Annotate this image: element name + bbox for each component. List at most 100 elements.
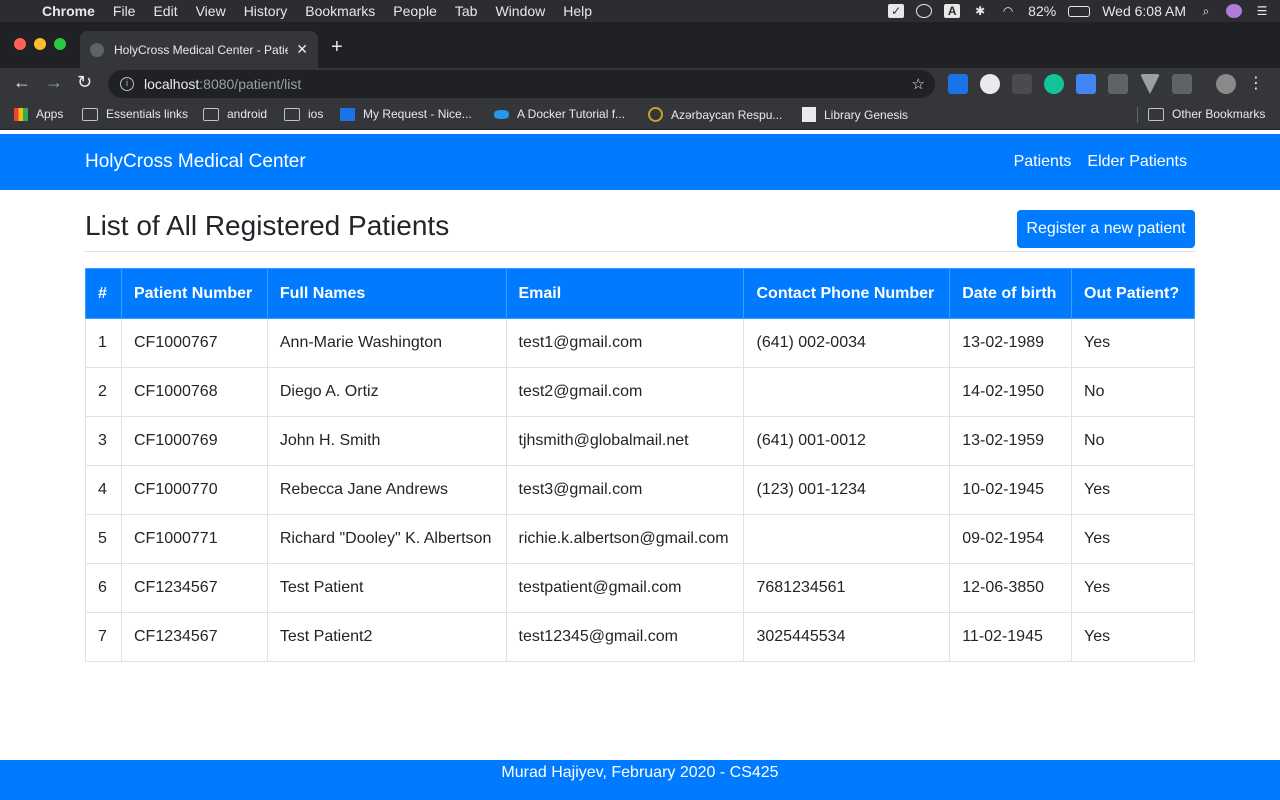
cell-full-name: John H. Smith [266, 416, 507, 466]
clock[interactable]: Wed 6:08 AM [1102, 3, 1186, 19]
col-header-patient-number: Patient Number [120, 268, 268, 319]
close-tab-icon[interactable]: ✕ [296, 41, 308, 58]
cell-email: tjhsmith@globalmail.net [505, 416, 745, 466]
site-info-icon[interactable]: i [120, 77, 134, 91]
cell-patient-number: CF1000769 [120, 416, 268, 466]
grammarly-icon[interactable] [1044, 74, 1064, 94]
cell-index: 3 [85, 416, 122, 466]
cell-index: 5 [85, 514, 122, 564]
siri-icon[interactable] [1226, 4, 1242, 18]
forward-arrow-icon[interactable]: → [45, 72, 63, 93]
facebook-extension-icon[interactable] [1108, 74, 1128, 94]
register-patient-button[interactable]: Register a new patient [1017, 210, 1195, 248]
spotlight-search-icon[interactable]: ⌕ [1198, 4, 1214, 18]
bookmark-label: Library Genesis [824, 107, 909, 122]
menu-file[interactable]: File [104, 3, 145, 19]
browser-tab[interactable]: HolyCross Medical Center - Patie ✕ [80, 31, 318, 68]
bookmark-ios[interactable]: ios [284, 107, 323, 121]
cell-phone: (641) 002-0034 [743, 318, 951, 368]
vue-devtools-icon[interactable] [1140, 74, 1160, 94]
bookmark-other-bookmarks[interactable]: Other Bookmarks [1148, 107, 1265, 121]
table-row: 6 CF1234567 Test Patient testpatient@gma… [85, 563, 1195, 613]
table-row: 5 CF1000771 Richard "Dooley" K. Albertso… [85, 514, 1195, 564]
maximize-window-button[interactable] [54, 38, 66, 50]
bookmark-my-request[interactable]: My Request - Nice... [340, 107, 472, 121]
nav-link-patients[interactable]: Patients [1014, 153, 1072, 171]
bluetooth-icon[interactable]: ✱ [972, 4, 988, 18]
cell-index: 1 [85, 318, 122, 368]
tab-favicon-icon [90, 42, 104, 57]
creative-cloud-icon[interactable] [916, 4, 933, 18]
patients-table: # Patient Number Full Names Email Contac… [85, 268, 1195, 662]
extension-h-icon[interactable] [1172, 74, 1192, 94]
cell-dob: 14-02-1950 [949, 367, 1073, 417]
site-footer: Murad Hajiyev, February 2020 - CS425 [0, 760, 1280, 800]
extension-upload-icon[interactable] [948, 74, 968, 94]
menu-app-name[interactable]: Chrome [40, 3, 104, 19]
menu-people[interactable]: People [384, 3, 446, 19]
url-path: :8080/patient/list [199, 76, 302, 92]
bookmark-library-genesis[interactable]: Library Genesis [802, 107, 908, 122]
cell-dob: 13-02-1989 [949, 318, 1073, 368]
menu-history[interactable]: History [235, 3, 297, 19]
menu-bookmarks[interactable]: Bookmarks [296, 3, 384, 19]
cell-phone: (123) 001-1234 [743, 465, 951, 515]
cell-phone: 3025445534 [743, 612, 951, 662]
profile-avatar[interactable] [1216, 74, 1236, 94]
bookmark-label: Apps [36, 107, 64, 121]
cell-out-patient: No [1071, 367, 1195, 417]
cell-email: test2@gmail.com [505, 367, 745, 417]
book-icon [802, 107, 816, 122]
menu-view[interactable]: View [187, 3, 235, 19]
close-window-button[interactable] [14, 38, 26, 50]
bookmark-essentials-links[interactable]: Essentials links [82, 107, 188, 121]
bookmark-azerbaijan[interactable]: Azərbaycan Respu... [648, 107, 782, 122]
wifi-icon[interactable]: ◠ [1000, 4, 1016, 18]
cell-full-name: Richard "Dooley" K. Albertson [266, 514, 507, 564]
extension-code-icon[interactable] [1012, 74, 1032, 94]
cell-dob: 10-02-1945 [949, 465, 1073, 515]
divider [85, 251, 1195, 252]
macos-menu-bar: Chrome File Edit View History Bookmarks … [0, 0, 1280, 22]
font-a-icon[interactable]: A [944, 4, 961, 18]
cell-phone: 7681234561 [743, 563, 951, 613]
bookmark-apps[interactable]: Apps [14, 107, 63, 121]
bookmark-star-icon[interactable]: ☆ [912, 75, 925, 93]
reload-icon[interactable]: ↻ [77, 72, 92, 93]
checkmark-icon[interactable]: ✓ [888, 4, 905, 18]
cell-out-patient: Yes [1071, 318, 1195, 368]
minimize-window-button[interactable] [34, 38, 46, 50]
folder-icon [284, 107, 300, 121]
cell-dob: 11-02-1945 [949, 612, 1073, 662]
cell-full-name: Test Patient2 [266, 612, 507, 662]
menu-edit[interactable]: Edit [144, 3, 186, 19]
menu-help[interactable]: Help [554, 3, 601, 19]
tab-title: HolyCross Medical Center - Patie [114, 42, 289, 57]
menu-window[interactable]: Window [486, 3, 554, 19]
notification-center-icon[interactable]: ☰ [1254, 4, 1270, 18]
table-row: 2 CF1000768 Diego A. Ortiz test2@gmail.c… [85, 367, 1195, 417]
cell-full-name: Test Patient [266, 563, 507, 613]
cell-out-patient: Yes [1071, 465, 1195, 515]
back-arrow-icon[interactable]: ← [13, 72, 31, 93]
site-brand[interactable]: HolyCross Medical Center [85, 151, 306, 173]
bookmark-android[interactable]: android [203, 107, 267, 121]
address-bar[interactable]: i localhost:8080/patient/list ☆ [108, 70, 935, 98]
cell-email: test1@gmail.com [505, 318, 745, 368]
bookmark-docker-tutorial[interactable]: A Docker Tutorial f... [494, 107, 625, 121]
cell-index: 2 [85, 367, 122, 417]
nav-link-elder-patients[interactable]: Elder Patients [1087, 153, 1187, 171]
bookmark-label: Essentials links [106, 107, 189, 121]
cell-patient-number: CF1234567 [120, 563, 268, 613]
battery-icon[interactable] [1068, 5, 1091, 17]
bookmark-label: ios [308, 107, 324, 121]
new-tab-icon[interactable]: + [331, 36, 343, 59]
google-translate-icon[interactable] [1076, 74, 1096, 94]
extension-clock-icon[interactable] [980, 74, 1000, 94]
table-row: 4 CF1000770 Rebecca Jane Andrews test3@g… [85, 465, 1195, 515]
cell-phone [743, 514, 951, 564]
menu-tab[interactable]: Tab [446, 3, 487, 19]
chrome-menu-icon[interactable]: ⋮ [1248, 74, 1264, 94]
bookmark-label: Other Bookmarks [1172, 107, 1266, 121]
n-logo-icon [340, 107, 355, 121]
